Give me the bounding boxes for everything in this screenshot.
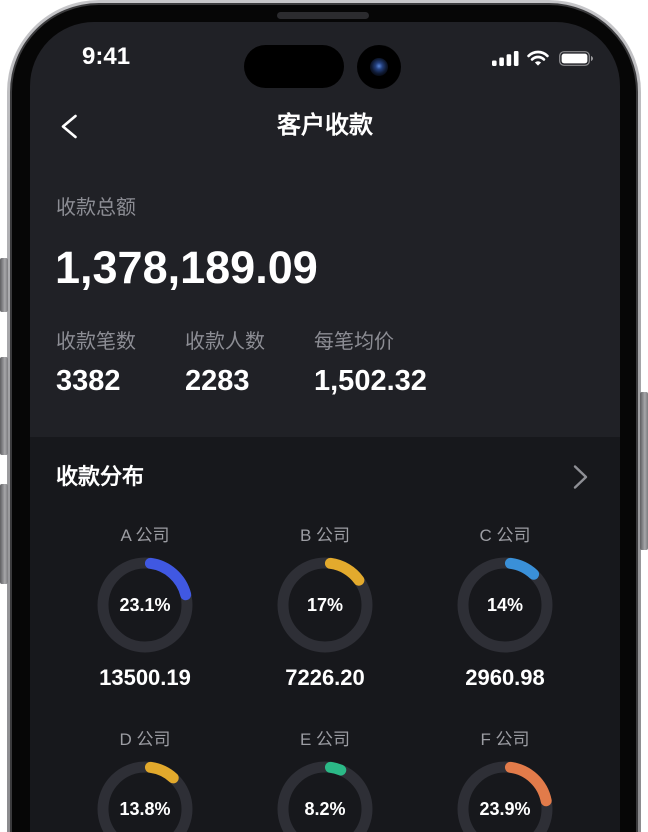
power-button: [640, 392, 648, 550]
dynamic-island: [244, 45, 344, 88]
donut-chart: 17%: [275, 555, 375, 655]
percent-label: 14%: [486, 595, 524, 615]
volume-down-button: [0, 484, 8, 584]
company-card: C 公司 14% 2960.98: [415, 522, 595, 697]
company-amount: 7226.20: [285, 665, 365, 690]
stat-transaction-count: 收款笔数 3382: [56, 331, 136, 396]
battery-icon: [559, 51, 593, 66]
volume-up-button: [0, 357, 8, 455]
signal-icon: [492, 51, 519, 66]
speaker-grille: [277, 12, 369, 19]
donut-svg: [97, 761, 193, 832]
company-card: E 公司 8.2%: [235, 726, 415, 832]
company-card: A 公司 23.1% 13500.19: [55, 522, 235, 697]
donut-chart: 23.1%: [95, 555, 195, 655]
total-label: 收款总额: [56, 197, 136, 219]
status-time: 9:41: [82, 43, 131, 70]
donut-chart: 23.9%: [455, 759, 555, 832]
distribution-header[interactable]: 收款分布: [30, 463, 620, 491]
company-name: C 公司: [479, 526, 531, 545]
donut-chart: 13.8%: [95, 759, 195, 832]
donut-chart: 8.2%: [275, 759, 375, 832]
distribution-panel: 收款分布 A 公司 23.1% 13500.19 B 公司 17% 7226.2…: [30, 437, 620, 832]
stat-payer-count: 收款人数 2283: [185, 331, 265, 396]
stat-value: 3382: [56, 365, 121, 397]
wifi-icon: [527, 50, 549, 66]
stat-average-amount: 每笔均价 1,502.32: [314, 331, 427, 396]
donut-svg: [457, 761, 553, 832]
percent-label: 23.1%: [119, 595, 171, 615]
company-name: B 公司: [299, 526, 351, 545]
action-button: [0, 258, 8, 312]
front-camera: [357, 45, 401, 89]
company-name: E 公司: [299, 730, 351, 749]
company-amount: 2960.98: [465, 665, 545, 690]
company-name: F 公司: [480, 730, 530, 749]
percent-label: 8.2%: [304, 799, 346, 819]
percent-label: 17%: [306, 595, 344, 615]
company-name: A 公司: [120, 526, 170, 545]
donut-svg: [277, 761, 373, 832]
percent-label: 13.8%: [119, 799, 171, 819]
total-value: 1,378,189.09: [55, 242, 318, 293]
stat-label: 收款笔数: [56, 331, 136, 353]
stat-label: 每笔均价: [314, 331, 394, 353]
percent-label: 23.9%: [479, 799, 531, 819]
chevron-right-icon[interactable]: [566, 463, 594, 491]
company-card: B 公司 17% 7226.20: [235, 522, 415, 697]
company-name: D 公司: [119, 730, 171, 749]
stat-value: 2283: [185, 365, 250, 397]
camera-lens: [370, 58, 388, 76]
page-title: 客户收款: [277, 112, 373, 139]
company-card: F 公司 23.9%: [415, 726, 595, 832]
stat-value: 1,502.32: [314, 365, 427, 397]
section-title: 收款分布: [56, 464, 145, 489]
phone-screen: 9:41 客户收款 收款总额 1,378,189.09 收款笔数 3382 收款…: [30, 22, 620, 832]
donut-chart: 14%: [455, 555, 555, 655]
company-card: D 公司 13.8%: [55, 726, 235, 832]
company-amount: 13500.19: [99, 665, 191, 690]
stat-label: 收款人数: [185, 331, 265, 353]
